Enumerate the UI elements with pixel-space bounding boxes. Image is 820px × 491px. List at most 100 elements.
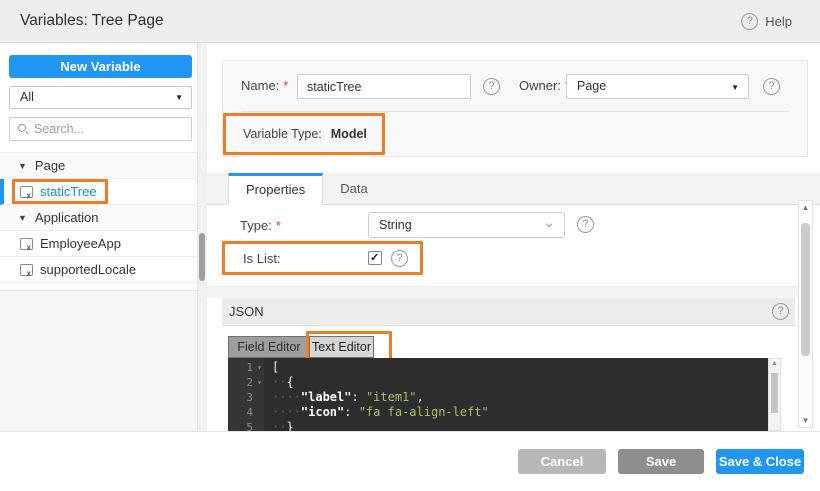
tree-group-Page[interactable]: ▼ Page bbox=[0, 153, 197, 179]
code-line[interactable]: ··} bbox=[272, 420, 768, 431]
section-separator bbox=[207, 286, 805, 298]
search-icon bbox=[18, 124, 26, 132]
tree-group-Application[interactable]: ▼ Application bbox=[0, 205, 197, 231]
field-editor-button[interactable]: Field Editor bbox=[228, 336, 310, 358]
variable-type-label: Variable Type: bbox=[243, 127, 322, 141]
variable-icon: x bbox=[20, 237, 33, 252]
fold-icon[interactable]: ▾ bbox=[253, 363, 262, 372]
tree-item-label: staticTree bbox=[40, 184, 97, 199]
caret-down-icon[interactable]: ▼ bbox=[18, 161, 27, 171]
required-marker: * bbox=[275, 218, 281, 233]
variable-editor-panel: Name:* ? Owner:* Page ▼ ? Variable Type:… bbox=[207, 43, 820, 431]
tree-item-label: supportedLocale bbox=[40, 262, 137, 277]
editor-tabs-bar: Properties Data bbox=[207, 173, 820, 205]
line-number: 5 bbox=[246, 421, 253, 431]
dialog-footer: Cancel Save Save & Close bbox=[0, 431, 820, 491]
owner-select[interactable]: Page ▼ bbox=[566, 74, 749, 99]
save-button[interactable]: Save bbox=[618, 449, 704, 474]
help-icon[interactable]: ? bbox=[741, 12, 759, 30]
tree-item-label: Application bbox=[34, 210, 99, 225]
code-line[interactable]: ··{ bbox=[272, 375, 768, 390]
code-line[interactable]: [ bbox=[272, 360, 768, 375]
owner-label: Owner:* bbox=[519, 73, 570, 99]
chevron-down-icon: ⌄ bbox=[543, 214, 555, 230]
json-section-header: JSON ? bbox=[222, 298, 795, 326]
tree-row-inner: ▼ Application bbox=[0, 210, 99, 225]
variable-filter-select[interactable]: All ▼ bbox=[9, 86, 192, 109]
line-number: 3 bbox=[246, 391, 253, 404]
selected-item-highlight: x staticTree bbox=[12, 179, 108, 204]
editor-code[interactable]: [··{····"label": "item1", ····"icon": "fa… bbox=[264, 358, 768, 431]
search-input[interactable] bbox=[34, 118, 184, 140]
tree-row-inner: x EmployeeApp bbox=[0, 236, 121, 252]
editor-gutter: 1 ▾ 2 ▾ 3 4 5 bbox=[228, 358, 264, 431]
is-list-highlight: Is List: ✓ ? bbox=[222, 241, 423, 275]
owner-help-icon[interactable]: ? bbox=[763, 78, 780, 95]
name-help-icon[interactable]: ? bbox=[483, 78, 500, 95]
save-and-close-button[interactable]: Save & Close bbox=[716, 449, 804, 474]
window-header: Variables: Tree Page ? Help bbox=[0, 0, 820, 43]
tree-item-label: Page bbox=[34, 158, 66, 173]
caret-down-icon[interactable]: ▼ bbox=[18, 213, 27, 223]
panel-scrollbar[interactable]: ▲ ▼ bbox=[798, 200, 813, 428]
editor-scrollbar-thumb[interactable] bbox=[771, 373, 778, 413]
tree-item-supportedLocale[interactable]: x supportedLocale bbox=[0, 257, 197, 283]
variable-icon: x bbox=[20, 263, 33, 278]
sidebar-scrollbar[interactable] bbox=[197, 43, 207, 431]
variable-tree: ▼ Page x staticTree ▼ Application x EmployeeApp… bbox=[0, 152, 197, 283]
line-number: 2 bbox=[246, 376, 253, 389]
properties-tab-content: Type: * String ⌄ ? Is List: ✓ ? JSON ? Fi… bbox=[207, 205, 820, 431]
tree-item-staticTree[interactable]: x staticTree bbox=[0, 179, 197, 205]
tree-item-EmployeeApp[interactable]: x EmployeeApp bbox=[0, 231, 197, 257]
json-help-icon[interactable]: ? bbox=[772, 303, 789, 320]
page-title: Variables: Tree Page bbox=[20, 12, 164, 29]
text-editor-button[interactable]: Text Editor bbox=[310, 336, 374, 358]
type-help-icon[interactable]: ? bbox=[577, 216, 594, 233]
variable-type-highlight: Variable Type: Model bbox=[223, 113, 385, 155]
sidebar-scrollbar-thumb[interactable] bbox=[199, 233, 205, 281]
editor-scrollbar[interactable]: ▲ bbox=[768, 358, 781, 431]
variable-icon: x bbox=[20, 185, 33, 200]
scroll-up-icon[interactable]: ▲ bbox=[769, 360, 780, 367]
help-button[interactable]: ? Help bbox=[741, 0, 792, 42]
tree-item-label: EmployeeApp bbox=[40, 236, 121, 251]
is-list-label: Is List: bbox=[243, 250, 281, 266]
type-label: Type: * bbox=[240, 218, 281, 233]
select-arrow-icon: ▼ bbox=[731, 83, 739, 92]
sidebar-empty-area bbox=[0, 290, 197, 431]
panel-scrollbar-thumb[interactable] bbox=[801, 223, 810, 356]
tree-row-inner: ▼ Page bbox=[0, 158, 65, 173]
filter-selected-value: All bbox=[20, 90, 34, 104]
scroll-down-icon[interactable]: ▼ bbox=[799, 416, 812, 425]
json-code-editor[interactable]: 1 ▾ 2 ▾ 3 4 5 [··{····"label": "item1", ····"ic… bbox=[228, 358, 768, 431]
scroll-up-icon[interactable]: ▲ bbox=[799, 203, 812, 212]
type-select[interactable]: String ⌄ bbox=[368, 212, 565, 238]
variable-header-form: Name:* ? Owner:* Page ▼ ? Variable Type:… bbox=[222, 60, 808, 157]
line-number: 4 bbox=[246, 406, 253, 419]
name-label: Name: * bbox=[241, 78, 289, 93]
owner-selected-value: Page bbox=[577, 79, 607, 93]
code-line[interactable]: ····"icon": "fa fa-align-left" bbox=[272, 405, 768, 420]
tab-data[interactable]: Data bbox=[323, 173, 384, 204]
tab-properties[interactable]: Properties bbox=[228, 173, 324, 205]
json-section-title: JSON bbox=[229, 304, 264, 319]
json-editor-mode-toggle: Field Editor Text Editor bbox=[228, 336, 374, 358]
type-selected-value: String bbox=[379, 218, 412, 232]
search-box[interactable] bbox=[9, 117, 192, 141]
checkmark-icon: ✓ bbox=[370, 252, 380, 264]
fold-icon[interactable]: ▾ bbox=[253, 378, 262, 387]
is-list-help-icon[interactable]: ? bbox=[391, 249, 408, 267]
is-list-checkbox[interactable]: ✓ bbox=[368, 251, 382, 265]
variables-sidebar: New Variable All ▼ ▼PagexstaticTree▼Appl… bbox=[0, 43, 207, 431]
name-field[interactable] bbox=[297, 74, 471, 99]
new-variable-button[interactable]: New Variable bbox=[9, 55, 192, 78]
form-divider bbox=[241, 111, 789, 112]
required-marker: * bbox=[283, 78, 289, 93]
line-number: 1 bbox=[246, 361, 253, 374]
variable-type-value: Model bbox=[330, 127, 367, 141]
tree-row-inner: x supportedLocale bbox=[0, 262, 137, 278]
cancel-button[interactable]: Cancel bbox=[518, 449, 606, 474]
select-arrow-icon: ▼ bbox=[175, 93, 183, 102]
help-label: Help bbox=[765, 13, 792, 29]
code-line[interactable]: ····"label": "item1", bbox=[272, 390, 768, 405]
